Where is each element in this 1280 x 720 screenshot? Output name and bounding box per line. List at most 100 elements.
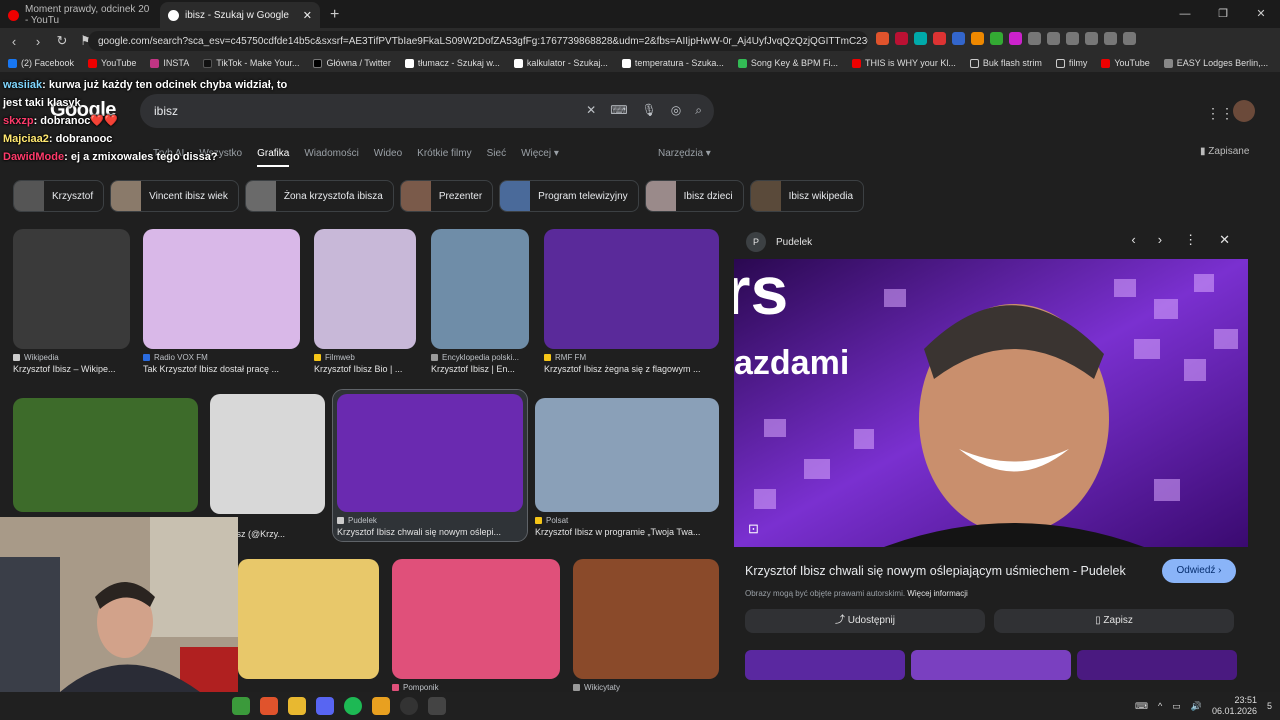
forward-icon[interactable]: › xyxy=(28,34,48,49)
bookmark-item[interactable]: EASY Lodges Berlin,... xyxy=(1163,58,1268,68)
lens-icon[interactable]: ◎ xyxy=(671,103,681,118)
tab-more[interactable]: Więcej ▾ xyxy=(521,148,559,167)
volume-icon[interactable]: 🔊 xyxy=(1191,701,1202,712)
extension-icon[interactable] xyxy=(933,32,946,45)
close-icon[interactable]: ✕ xyxy=(1219,232,1230,248)
chip[interactable]: Ibisz dzieci xyxy=(644,180,744,212)
image-result-selected[interactable]: Pudelek Krzysztof Ibisz chwali się nowym… xyxy=(332,389,528,542)
reload-icon[interactable]: ↻ xyxy=(52,33,72,49)
more-info-link[interactable]: Więcej informacji xyxy=(907,589,967,598)
extension-icon[interactable] xyxy=(1009,32,1022,45)
image-result[interactable]: Wikicytaty xyxy=(573,559,719,692)
notifications-badge[interactable]: 5 xyxy=(1267,701,1272,711)
tab-news[interactable]: Wiadomości xyxy=(304,148,358,167)
chip[interactable]: Prezenter xyxy=(399,180,494,212)
extension-icon[interactable] xyxy=(895,32,908,45)
share-button[interactable]: ⤴ Udostępnij xyxy=(745,609,985,633)
clear-icon[interactable]: ✕ xyxy=(586,103,596,118)
avatar[interactable] xyxy=(1233,100,1255,122)
chip[interactable]: Żona krzysztofa ibisza xyxy=(244,180,394,212)
bookmark-item[interactable]: INSTA xyxy=(150,58,189,68)
bookmark-item[interactable]: TikTok - Make Your... xyxy=(203,58,299,68)
brave-icon[interactable] xyxy=(260,697,278,715)
image-result[interactable]: Pomponik xyxy=(392,559,560,692)
bookmark-item[interactable]: kalkulator - Szukaj... xyxy=(513,58,608,68)
apps-grid-icon[interactable]: ⋮⋮ xyxy=(1206,105,1234,122)
discord-icon[interactable] xyxy=(316,697,334,715)
download-icon[interactable] xyxy=(1047,32,1060,45)
media-icon[interactable] xyxy=(372,697,390,715)
preview-title[interactable]: Krzysztof Ibisz chwali się nowym oślepia… xyxy=(745,564,1126,578)
explorer-icon[interactable] xyxy=(288,697,306,715)
search-icon[interactable]: ⌕ xyxy=(695,103,702,118)
extension-icon[interactable] xyxy=(990,32,1003,45)
chip[interactable]: Ibisz wikipedia xyxy=(749,180,865,212)
tab-youtube[interactable]: Moment prawdy, odcinek 20 - YouTu xyxy=(0,2,160,28)
preview-image[interactable]: rs azdami ⊡ xyxy=(734,259,1248,547)
chevron-up-icon[interactable]: ^ xyxy=(1158,701,1162,711)
bookmark-item[interactable]: filmy xyxy=(1055,58,1087,68)
tab-video[interactable]: Wideo xyxy=(374,148,402,167)
chip[interactable]: Krzysztof xyxy=(13,180,105,212)
visit-button[interactable]: Odwiedź › xyxy=(1162,559,1236,583)
bookmark-item[interactable]: tłumacz - Szukaj w... xyxy=(404,58,500,68)
address-bar[interactable]: google.com/search?sca_esv=c45750cdfde14b… xyxy=(88,31,868,51)
image-result[interactable]: Radio VOX FM Tak Krzysztof Ibisz dostał … xyxy=(143,229,300,374)
extension-icon[interactable] xyxy=(952,32,965,45)
image-result[interactable]: Filmweb Krzysztof Ibisz Bio | ... xyxy=(314,229,416,374)
saved-button[interactable]: ▮ Zapisane xyxy=(1200,146,1249,157)
music-icon[interactable] xyxy=(1066,32,1079,45)
minimize-icon[interactable]: — xyxy=(1166,0,1204,28)
related-image[interactable] xyxy=(911,650,1071,680)
image-result[interactable]: Wikipedia Krzysztof Ibisz – Wikipe... xyxy=(13,229,130,374)
network-icon[interactable]: ▭ xyxy=(1172,701,1181,712)
image-result[interactable] xyxy=(238,559,379,679)
previous-icon[interactable]: ‹ xyxy=(1131,232,1135,248)
save-button[interactable]: ▯ Zapisz xyxy=(994,609,1234,633)
image-result[interactable]: RMF FM Krzysztof Ibisz żegna się z flago… xyxy=(544,229,719,374)
more-options-icon[interactable]: ⋮ xyxy=(1184,232,1197,248)
bookmark-item[interactable]: (2) Facebook xyxy=(8,58,74,68)
maximize-icon[interactable]: ❐ xyxy=(1204,0,1242,28)
keyboard-icon[interactable]: ⌨ xyxy=(1135,701,1148,712)
tab-short-videos[interactable]: Krótkie filmy xyxy=(417,148,471,167)
bookmark-item[interactable]: Główna / Twitter xyxy=(313,58,391,68)
bookmark-item[interactable]: YouTube xyxy=(1101,58,1150,68)
wallet-icon[interactable] xyxy=(1104,32,1117,45)
panel-source[interactable]: Pudelek xyxy=(776,237,812,248)
related-image[interactable] xyxy=(745,650,905,680)
bookmark-item[interactable]: YouTube xyxy=(88,58,136,68)
image-result[interactable] xyxy=(13,398,198,512)
sidebar-icon[interactable] xyxy=(1085,32,1098,45)
clock[interactable]: 23:51 06.01.2026 xyxy=(1212,695,1257,717)
app-icon[interactable] xyxy=(232,697,250,715)
next-icon[interactable]: › xyxy=(1158,232,1162,248)
chip[interactable]: Vincent ibisz wiek xyxy=(110,180,239,212)
bookmark-item[interactable]: temperatura - Szuka... xyxy=(621,58,724,68)
tab-web[interactable]: Sieć xyxy=(487,148,506,167)
brave-shield-icon[interactable] xyxy=(876,32,889,45)
lens-search-icon[interactable]: ⊡ xyxy=(748,521,759,537)
bookmark-item[interactable]: Buk flash strim xyxy=(969,58,1042,68)
spotify-icon[interactable] xyxy=(344,697,362,715)
extension-icon[interactable] xyxy=(914,32,927,45)
tools-button[interactable]: Narzędzia ▾ xyxy=(658,148,711,159)
mic-icon[interactable]: 🎙 xyxy=(642,103,657,118)
puzzle-icon[interactable] xyxy=(1028,32,1041,45)
related-image[interactable] xyxy=(1077,650,1237,680)
obs-icon[interactable] xyxy=(400,697,418,715)
image-result[interactable]: Encyklopedia polski... Krzysztof Ibisz |… xyxy=(431,229,529,374)
back-icon[interactable]: ‹ xyxy=(4,34,24,49)
menu-icon[interactable] xyxy=(1123,32,1136,45)
keyboard-icon[interactable]: ⌨ xyxy=(610,103,627,118)
bookmark-item[interactable]: THIS is WHY your Kl... xyxy=(851,58,956,68)
tab-google[interactable]: ibisz - Szukaj w Google ✕ xyxy=(160,2,320,28)
close-tab-icon[interactable]: ✕ xyxy=(303,9,312,22)
new-tab-button[interactable]: + xyxy=(320,6,349,28)
chip[interactable]: Program telewizyjny xyxy=(499,180,639,212)
bookmark-item[interactable]: Song Key & BPM Fi... xyxy=(737,58,838,68)
extension-icon[interactable] xyxy=(971,32,984,45)
image-result[interactable]: Polsat Krzysztof Ibisz w programie „Twoj… xyxy=(535,398,719,537)
app-icon[interactable] xyxy=(428,697,446,715)
close-window-icon[interactable]: ✕ xyxy=(1242,0,1280,28)
